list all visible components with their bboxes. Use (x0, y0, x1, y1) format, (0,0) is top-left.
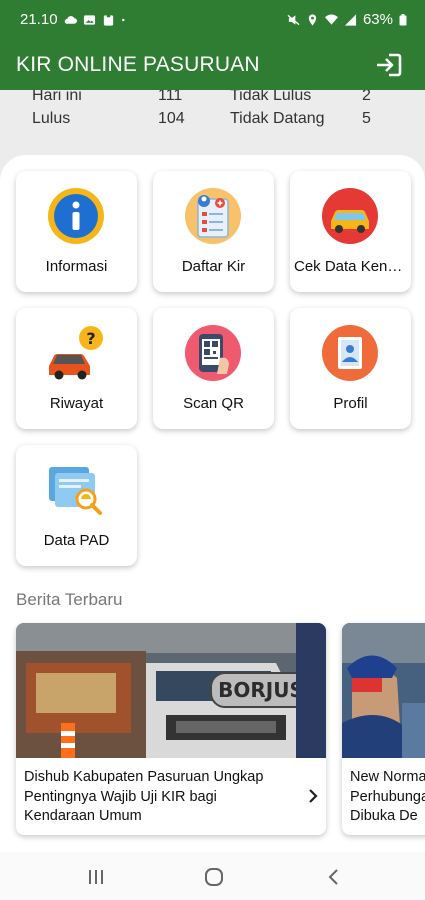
menu-profil[interactable]: Profil (290, 308, 411, 429)
chevron-right-icon[interactable] (306, 787, 320, 805)
cloud-icon (64, 15, 77, 24)
qr-scan-icon (185, 325, 241, 381)
news-title: New Normal, Perhubungan Dibuka De (350, 769, 425, 824)
summary-value-not-passed: 2 (362, 90, 371, 104)
battery-percent: 63% (362, 11, 393, 28)
menu-cek-data[interactable]: Cek Data Kendaraan (290, 171, 411, 292)
wifi-icon (324, 14, 338, 25)
menu-label: Profil (333, 395, 368, 412)
news-title: Dishub Kabupaten Pasuruan Ungkap Penting… (24, 769, 264, 824)
summary-label-not-passed: Tidak Lulus (230, 90, 312, 104)
status-left: 21.10 (20, 11, 129, 28)
menu-scan-qr[interactable]: Scan QR (153, 308, 274, 429)
app-bar: KIR ONLINE PASURUAN (0, 40, 425, 90)
menu-daftar-kir[interactable]: Daftar Kir (153, 171, 274, 292)
summary-label-absent: Tidak Datang (230, 110, 325, 127)
truck-text: BORJUS (218, 678, 304, 702)
menu-label: Daftar Kir (181, 258, 246, 275)
menu-label: Informasi (45, 258, 108, 275)
news-section-title: Berita Terbaru (16, 590, 123, 609)
image-icon (83, 14, 95, 25)
home-icon[interactable] (203, 866, 225, 888)
signal-icon (344, 13, 357, 26)
status-right: 63% (287, 11, 407, 28)
menu-label: Riwayat (49, 395, 104, 412)
menu-informasi[interactable]: Informasi (16, 171, 137, 292)
menu-label: Scan QR (183, 395, 244, 412)
back-icon[interactable] (323, 866, 345, 888)
system-nav-bar (0, 852, 425, 900)
mute-icon (287, 14, 300, 25)
dot-icon (121, 18, 125, 21)
app-title: KIR ONLINE PASURUAN (16, 53, 260, 76)
login-icon[interactable] (375, 52, 403, 78)
clipboard-icon (103, 13, 113, 26)
summary-value-absent: 5 (362, 110, 371, 127)
summary-label-today: Hari ini (32, 90, 82, 104)
menu-label: Cek Data Kendaraan (294, 258, 411, 275)
battery-icon (399, 13, 407, 25)
news-image-officer (342, 623, 425, 758)
data-search-icon (49, 467, 102, 515)
register-form-icon (185, 188, 241, 244)
profile-icon (322, 325, 378, 381)
info-icon (48, 188, 104, 244)
news-card[interactable]: BORJUS Dishub Kabupaten Pasuruan Ungkap … (16, 623, 326, 835)
menu-riwayat[interactable]: ? Riwayat (16, 308, 137, 429)
car-history-icon: ? (49, 326, 103, 380)
status-bar: 21.10 63% (0, 0, 425, 40)
summary-label-passed: Lulus (32, 110, 71, 127)
news-card[interactable]: New Normal, Perhubungan Dibuka De (342, 623, 425, 835)
news-image-truck: BORJUS (16, 623, 326, 758)
summary-value-passed: 104 (158, 110, 185, 127)
car-check-icon (322, 188, 378, 244)
status-time: 21.10 (20, 11, 58, 28)
location-icon (308, 13, 317, 26)
menu-label: Data PAD (43, 532, 110, 549)
summary-value-today: 111 (158, 90, 183, 104)
recent-apps-icon[interactable] (85, 866, 107, 888)
menu-data-pad[interactable]: Data PAD (16, 445, 137, 566)
svg-text:?: ? (86, 329, 95, 348)
